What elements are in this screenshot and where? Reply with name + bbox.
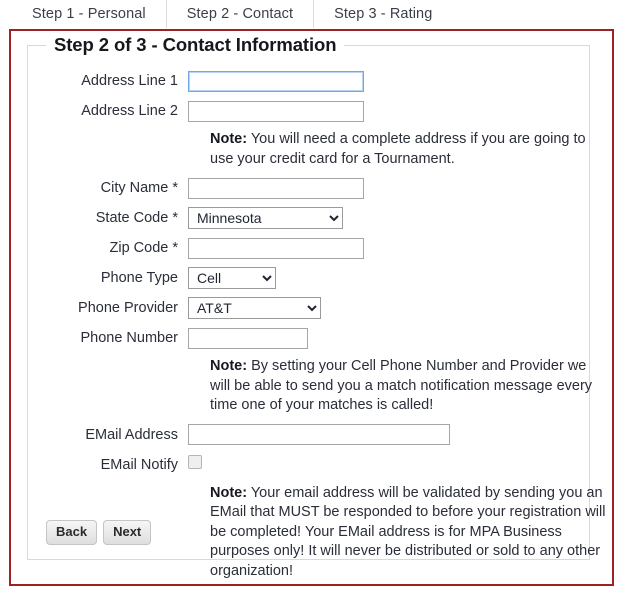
tab-step-1-personal[interactable]: Step 1 - Personal [12, 0, 167, 28]
row-state-code: State Code * Minnesota [28, 205, 589, 231]
state-code-label: State Code * [95, 210, 178, 226]
state-code-select[interactable]: Minnesota [188, 207, 343, 229]
address-line-1-input[interactable] [188, 70, 364, 92]
back-button[interactable]: Back [46, 519, 98, 545]
phone-provider-label: Phone Provider [78, 300, 178, 316]
note-email-text: Your email address will be validated by … [210, 484, 606, 579]
tab-step-3-rating[interactable]: Step 3 - Rating [314, 0, 453, 28]
fieldset-legend: Step 2 of 3 - Contact Information [46, 34, 345, 56]
email-address-input[interactable] [188, 424, 450, 445]
row-email-address: EMail Address [28, 422, 589, 448]
note-address-text: You will need a complete address if you … [210, 131, 586, 167]
next-button[interactable]: Next [103, 519, 152, 545]
row-address-line-2: Address Line 2 [28, 98, 589, 124]
address-line-1-label: Address Line 1 [81, 73, 178, 89]
phone-type-select[interactable]: Cell [188, 267, 276, 289]
note-email: Note: Your email address will be validat… [210, 484, 610, 582]
phone-number-input[interactable] [188, 327, 308, 349]
contact-form: Address Line 1 Address Line 2 Note: You … [28, 68, 605, 587]
row-email-notify: EMail Notify [28, 452, 589, 478]
note-phone-text: By setting your Cell Phone Number and Pr… [210, 358, 593, 413]
wizard-tabs: Step 1 - Personal Step 2 - Contact Step … [0, 0, 631, 28]
note-address: Note: You will need a complete address i… [210, 130, 610, 169]
zip-code-label: Zip Code * [109, 240, 178, 256]
phone-type-label: Phone Type [100, 270, 178, 286]
city-name-input[interactable] [188, 177, 364, 199]
address-line-2-input[interactable] [188, 100, 364, 122]
tab-label: Step 2 - Contact [186, 6, 294, 22]
note-address-label: Note: [210, 131, 248, 147]
row-zip-code: Zip Code * [28, 235, 589, 261]
email-notify-label: EMail Notify [100, 456, 178, 473]
email-address-label: EMail Address [85, 426, 178, 443]
address-line-2-label: Address Line 2 [81, 103, 178, 119]
row-phone-number: Phone Number [28, 325, 589, 351]
tab-label: Step 3 - Rating [334, 6, 433, 22]
zip-code-input[interactable] [188, 237, 364, 259]
tab-step-2-contact[interactable]: Step 2 - Contact [166, 0, 315, 28]
row-city-name: City Name * [28, 175, 589, 201]
tab-label: Step 1 - Personal [32, 6, 146, 22]
note-email-label: Note: [210, 484, 248, 501]
step-panel: Step 2 of 3 - Contact Information Addres… [9, 29, 614, 586]
phone-provider-select[interactable]: AT&T [188, 297, 321, 319]
wizard-button-bar: Back Next [46, 519, 152, 545]
note-phone: Note: By setting your Cell Phone Number … [210, 357, 610, 416]
phone-number-label: Phone Number [80, 330, 178, 346]
city-name-label: City Name * [100, 180, 178, 196]
row-address-line-1: Address Line 1 [28, 68, 589, 94]
row-phone-type: Phone Type Cell [28, 265, 589, 291]
note-phone-label: Note: [210, 358, 248, 374]
row-phone-provider: Phone Provider AT&T [28, 295, 589, 321]
contact-information-fieldset: Step 2 of 3 - Contact Information Addres… [27, 34, 605, 579]
email-notify-checkbox[interactable] [188, 455, 202, 469]
